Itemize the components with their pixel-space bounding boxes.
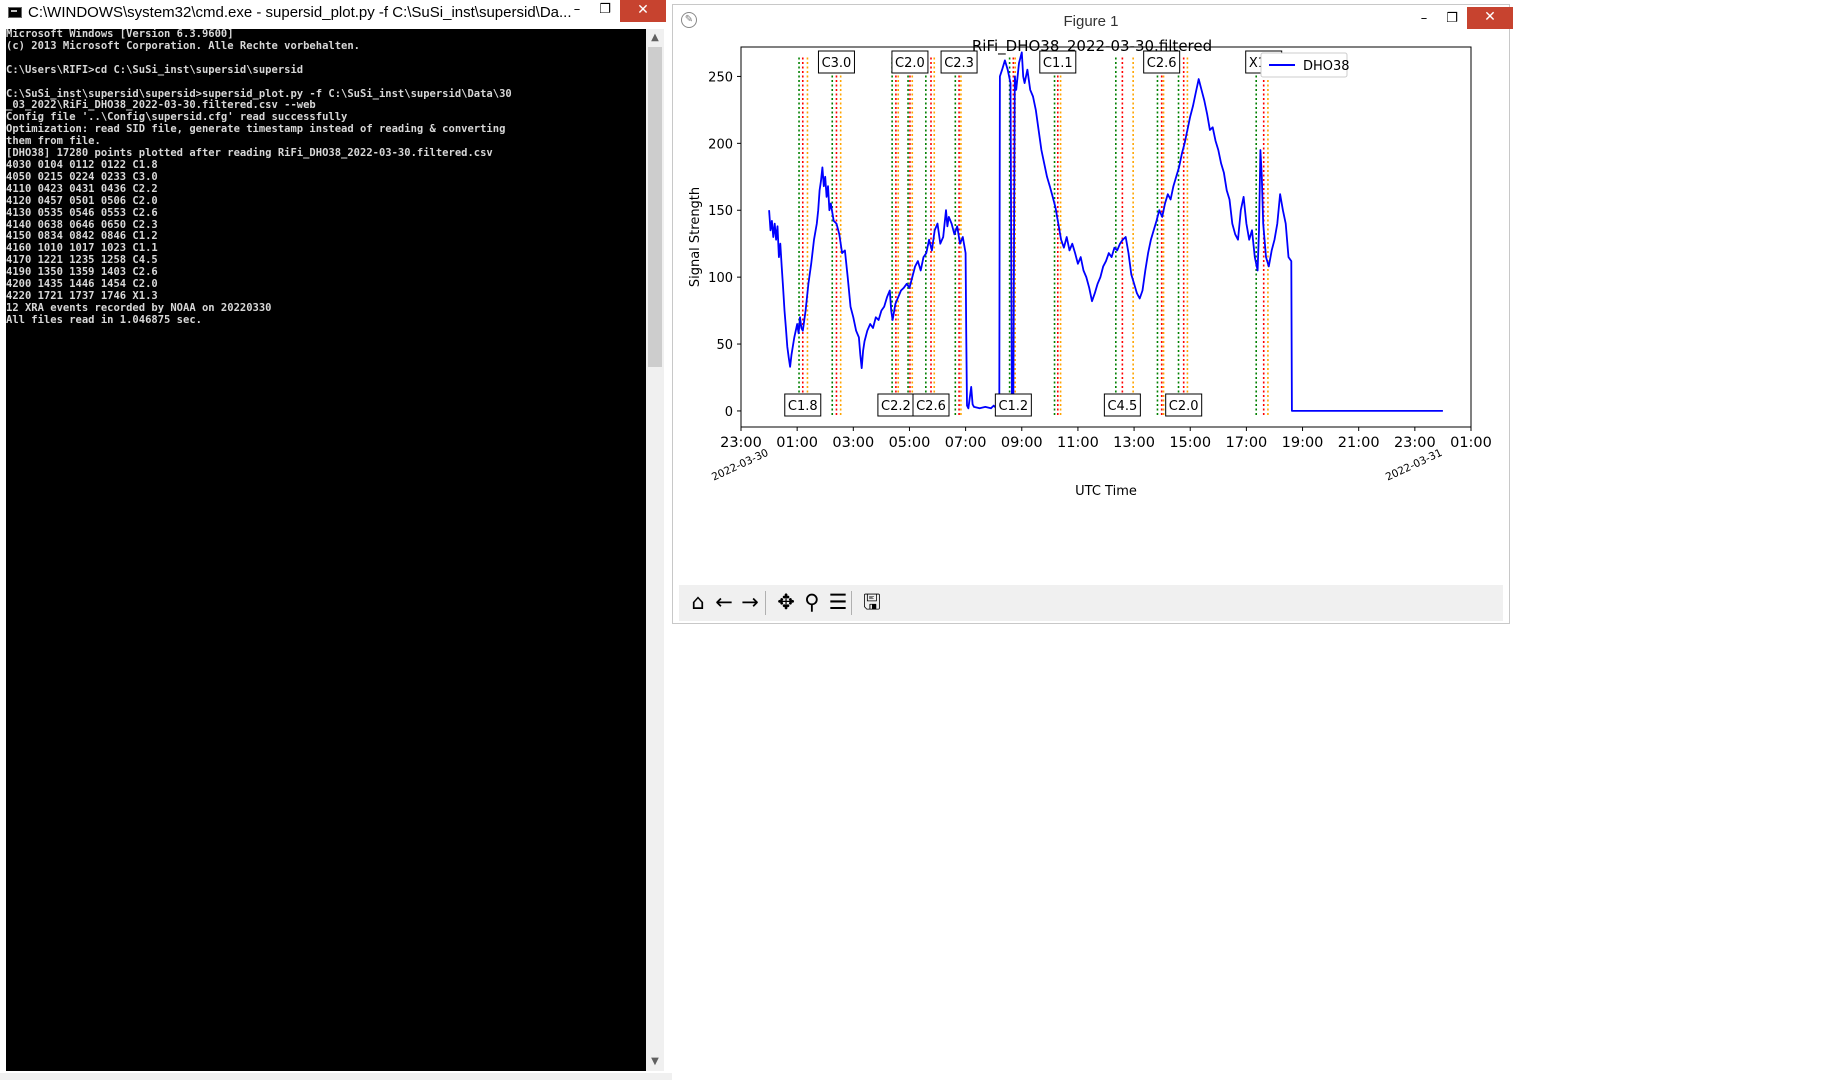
figure-window-title: Figure 1 bbox=[1063, 13, 1119, 30]
series-line-dho38 bbox=[768, 51, 1443, 412]
plot-frame bbox=[740, 46, 1472, 428]
xra-event-label: C2.0 bbox=[1169, 399, 1199, 414]
x-tick-label: 11:00 bbox=[1057, 435, 1099, 451]
back-arrow-icon[interactable]: ← bbox=[711, 589, 737, 615]
chart: 0 50 100 150 200 250 23:00 01:00 03:00 05:00 07:00… bbox=[688, 37, 1492, 499]
y-tick-label: 50 bbox=[716, 338, 733, 353]
x-tick-label: 01:00 bbox=[1450, 435, 1492, 451]
forward-arrow-icon[interactable]: → bbox=[737, 589, 763, 615]
pan-move-icon[interactable]: ✥ bbox=[773, 589, 799, 615]
cmd-window[interactable]: C:\WINDOWS\system32\cmd.exe - supersid_p… bbox=[0, 0, 672, 1080]
home-icon[interactable]: ⌂ bbox=[685, 589, 711, 615]
xra-event-label: C2.3 bbox=[944, 56, 974, 71]
cmd-app-icon bbox=[8, 7, 22, 18]
configure-subplots-icon[interactable]: ☰ bbox=[825, 589, 851, 615]
x-tick-label: 23:00 bbox=[1394, 435, 1436, 451]
x-tick-label: 09:00 bbox=[1001, 435, 1043, 451]
xra-event-label: C2.6 bbox=[916, 399, 946, 414]
x-axis-label: UTC Time bbox=[1075, 484, 1137, 499]
xra-event-label: C2.2 bbox=[881, 399, 911, 414]
y-tick-label: 100 bbox=[708, 271, 733, 286]
scroll-down-arrow-icon[interactable]: ▼ bbox=[646, 1053, 664, 1071]
minimize-button[interactable]: – bbox=[1409, 9, 1439, 31]
x-tick-label: 23:00 bbox=[720, 435, 762, 451]
x-tick-label: 19:00 bbox=[1282, 435, 1324, 451]
console-output[interactable]: Microsoft Windows [Version 6.3.9600] (c)… bbox=[6, 29, 646, 1071]
x-tick-label: 03:00 bbox=[832, 435, 874, 451]
figure-titlebar[interactable]: ✎ Figure 1 – ❐ ✕ bbox=[673, 5, 1513, 37]
date-tick-label: 2022-03-30 bbox=[710, 447, 770, 484]
close-button[interactable]: ✕ bbox=[620, 0, 666, 22]
date-tick-label: 2022-03-31 bbox=[1384, 447, 1444, 484]
y-tick-label: 250 bbox=[708, 70, 733, 85]
y-tick-label: 150 bbox=[708, 204, 733, 219]
xra-event-label: C2.6 bbox=[1147, 56, 1177, 71]
x-tick-label: 01:00 bbox=[776, 435, 818, 451]
x-tick-label: 17:00 bbox=[1225, 435, 1267, 451]
close-button[interactable]: ✕ bbox=[1467, 7, 1513, 29]
navigation-toolbar[interactable]: ⌂ ← → ✥ ⚲ ☰ 🖫 bbox=[679, 585, 1503, 621]
x-tick-label: 15:00 bbox=[1169, 435, 1211, 451]
xra-event-label: C1.1 bbox=[1043, 56, 1073, 71]
xra-event-label: C4.5 bbox=[1107, 399, 1137, 414]
y-tick-label: 0 bbox=[725, 405, 733, 420]
scrollbar-thumb[interactable] bbox=[648, 47, 662, 367]
cmd-titlebar[interactable]: C:\WINDOWS\system32\cmd.exe - supersid_p… bbox=[0, 0, 672, 26]
figure-window[interactable]: ✎ Figure 1 – ❐ ✕ 0 50 100 150 200 250 23:00 01:… bbox=[672, 4, 1513, 624]
x-tick-label: 21:00 bbox=[1338, 435, 1380, 451]
minimize-button[interactable]: – bbox=[562, 0, 592, 22]
x-tick-label: 13:00 bbox=[1113, 435, 1155, 451]
scroll-up-arrow-icon[interactable]: ▲ bbox=[646, 29, 664, 47]
legend-label: DHO38 bbox=[1303, 59, 1350, 74]
cmd-bottom-border bbox=[0, 1073, 672, 1080]
xra-event-label: C1.8 bbox=[788, 399, 818, 414]
console-scrollbar[interactable]: ▲ ▼ bbox=[646, 29, 664, 1071]
xra-event-label: C2.0 bbox=[895, 56, 925, 71]
xra-event-label: C1.2 bbox=[998, 399, 1028, 414]
restore-button[interactable]: ❐ bbox=[1437, 9, 1467, 31]
figure-canvas[interactable]: 0 50 100 150 200 250 23:00 01:00 03:00 05:00 07:00… bbox=[679, 37, 1503, 585]
y-axis-label: Signal Strength bbox=[688, 187, 703, 287]
restore-button[interactable]: ❐ bbox=[590, 0, 620, 22]
save-disk-icon[interactable]: 🖫 bbox=[859, 589, 885, 615]
cmd-window-title: C:\WINDOWS\system32\cmd.exe - supersid_p… bbox=[28, 4, 572, 21]
console-text: Microsoft Windows [Version 6.3.9600] (c)… bbox=[6, 29, 512, 326]
x-tick-label: 07:00 bbox=[945, 435, 987, 451]
y-tick-label: 200 bbox=[708, 137, 733, 152]
xra-event-label: C3.0 bbox=[822, 56, 852, 71]
toolbar-separator bbox=[851, 591, 852, 615]
toolbar-separator bbox=[765, 591, 766, 615]
zoom-magnifier-icon[interactable]: ⚲ bbox=[799, 589, 825, 615]
x-tick-label: 05:00 bbox=[889, 435, 931, 451]
